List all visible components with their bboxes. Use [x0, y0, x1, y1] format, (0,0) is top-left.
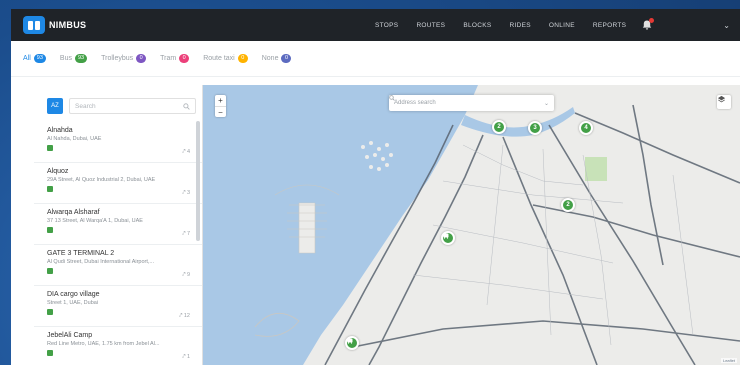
nav-online[interactable]: ONLINE	[540, 9, 584, 41]
nav-stops[interactable]: STOPS	[366, 9, 407, 41]
sort-az-button[interactable]: AZ	[47, 98, 63, 114]
filter-trolleybus[interactable]: Trolleybus 0	[101, 54, 147, 63]
stop-list-item[interactable]: Alwarqa Alsharaf 37 13 Street, Al Warqa'A…	[34, 204, 202, 245]
stop-name: GATE 3 TERMINAL 2	[47, 250, 115, 257]
route-count: ⤤ 9	[182, 272, 190, 279]
stop-list-item[interactable]: Alquoz 29A Street, Al Quoz Industrial 2, …	[34, 163, 202, 204]
sidebar-search-row: AZ Search	[34, 85, 202, 122]
search-placeholder: Search	[75, 102, 96, 110]
filter-label: Trolleybus	[101, 55, 134, 62]
stop-name: Alquoz	[47, 168, 69, 175]
filter-all[interactable]: All 93	[23, 54, 46, 63]
bus-icon	[47, 227, 53, 233]
stop-search-input[interactable]: Search	[69, 98, 196, 114]
stop-name: JebelAli Camp	[47, 332, 93, 339]
nav-blocks[interactable]: BLOCKS	[454, 9, 500, 41]
route-count-value: 3	[186, 190, 190, 196]
stop-address: Red Line Metro, UAE, 1.75 km from Jebel …	[47, 341, 160, 347]
nav-reports[interactable]: REPORTS	[584, 9, 635, 41]
filter-count-badge: 93	[74, 54, 88, 63]
main-content: AZ Search Alnahda Al Nahda, Dubai, UAE ⤤ 4…	[11, 77, 740, 365]
top-navbar: NIMBUS STOPS ROUTES BLOCKS RIDES ONLINE …	[11, 9, 740, 41]
filter-count-badge: 0	[136, 54, 147, 63]
filter-route-taxi[interactable]: Route taxi 0	[203, 54, 248, 63]
stop-address: 29A Street, Al Quoz Industrial 2, Dubai,…	[47, 177, 156, 183]
transport-type-filters: All 93 Bus 93 Trolleybus 0 Tram 0 Route taxi 0 Non…	[11, 41, 740, 77]
chevron-down-icon: ⌄	[543, 100, 549, 107]
route-count: ⤤ 12	[179, 313, 190, 320]
app-window: NIMBUS STOPS ROUTES BLOCKS RIDES ONLINE …	[11, 9, 740, 365]
chevron-down-icon[interactable]: ⌄	[723, 21, 730, 30]
stops-sidebar: AZ Search Alnahda Al Nahda, Dubai, UAE ⤤ 4…	[34, 85, 203, 365]
bus-icon	[47, 268, 53, 274]
map-canvas	[203, 85, 740, 365]
bus-icon	[443, 233, 449, 239]
stop-address: 37 13 Street, Al Warqa'A 1, Dubai, UAE	[47, 218, 143, 224]
route-count-value: 7	[186, 231, 190, 237]
stop-list: Alnahda Al Nahda, Dubai, UAE ⤤ 4 Alquoz 29A …	[34, 122, 202, 365]
bell-icon[interactable]	[641, 18, 655, 31]
stop-cluster-marker[interactable]: 3	[528, 121, 542, 135]
filter-label: Bus	[59, 55, 72, 62]
route-count: ⤤ 4	[182, 149, 190, 156]
stop-list-item[interactable]: Alnahda Al Nahda, Dubai, UAE ⤤ 4	[34, 122, 202, 163]
app-logo[interactable]: NIMBUS	[23, 16, 86, 34]
bus-logo-icon	[23, 16, 45, 34]
bus-icon	[347, 338, 353, 344]
bus-stop-marker[interactable]	[345, 336, 359, 350]
sidebar-scrollbar[interactable]	[196, 121, 200, 241]
bus-stop-marker[interactable]	[441, 231, 455, 245]
bus-icon	[47, 145, 53, 151]
address-search-placeholder: Address search	[394, 100, 436, 106]
stop-name: DIA cargo village	[47, 291, 100, 298]
route-count: ⤤ 3	[182, 190, 190, 197]
map-attribution[interactable]: Leaflet	[720, 358, 737, 363]
route-count-value: 9	[186, 272, 190, 278]
filter-label: All	[23, 55, 31, 62]
nav-routes[interactable]: ROUTES	[407, 9, 454, 41]
app-name: NIMBUS	[49, 20, 87, 30]
route-count: ⤤ 7	[182, 231, 190, 238]
filter-bus[interactable]: Bus 93	[59, 54, 88, 63]
zoom-controls: + −	[215, 95, 226, 117]
bus-icon	[47, 186, 53, 192]
filter-label: Route taxi	[203, 55, 235, 62]
stop-list-item[interactable]: JebelAli Camp Red Line Metro, UAE, 1.75 k…	[34, 327, 202, 365]
filter-count-badge: 93	[33, 54, 46, 63]
stop-address: Al Nahda, Dubai, UAE	[47, 136, 102, 142]
zoom-out-button[interactable]: −	[215, 106, 226, 117]
stop-cluster-marker[interactable]: 2	[561, 198, 575, 212]
search-icon	[389, 95, 395, 101]
stop-cluster-marker[interactable]: 4	[579, 121, 593, 135]
main-nav: STOPS ROUTES BLOCKS RIDES ONLINE REPORTS…	[366, 9, 730, 41]
stop-name: Alwarqa Alsharaf	[47, 209, 100, 216]
address-search-input[interactable]: Address search ⌄	[389, 95, 554, 111]
stop-address: Al Qudi Street, Dubai International Airp…	[47, 259, 155, 265]
route-count-value: 4	[186, 149, 190, 155]
route-count: ⤤ 1	[182, 354, 190, 361]
bus-icon	[47, 350, 53, 356]
zoom-in-button[interactable]: +	[215, 95, 226, 106]
nav-rides[interactable]: RIDES	[501, 9, 540, 41]
filter-label: Tram	[160, 55, 177, 62]
layers-button[interactable]	[717, 95, 731, 109]
layers-icon	[717, 95, 726, 103]
bus-icon	[47, 309, 53, 315]
stop-list-item[interactable]: DIA cargo village Street 1, UAE, Dubai ⤤ 1…	[34, 286, 202, 327]
filter-none[interactable]: None 0	[262, 54, 292, 63]
filter-label: None	[261, 55, 279, 62]
filter-count-badge: 0	[281, 54, 292, 63]
route-count-value: 1	[186, 354, 190, 360]
filter-count-badge: 0	[179, 54, 190, 63]
notification-dot	[649, 18, 655, 23]
filter-tram[interactable]: Tram 0	[160, 54, 190, 63]
filter-count-badge: 0	[237, 54, 248, 63]
stop-name: Alnahda	[47, 127, 73, 134]
stop-cluster-marker[interactable]: 2	[492, 120, 506, 134]
stop-address: Street 1, UAE, Dubai	[47, 300, 99, 306]
stop-list-item[interactable]: GATE 3 TERMINAL 2 Al Qudi Street, Dubai I…	[34, 245, 202, 286]
search-icon	[183, 102, 190, 110]
route-count-value: 12	[183, 313, 190, 319]
map-view[interactable]: + − Address search ⌄ 2 3 4 2 Leaflet	[203, 85, 740, 365]
